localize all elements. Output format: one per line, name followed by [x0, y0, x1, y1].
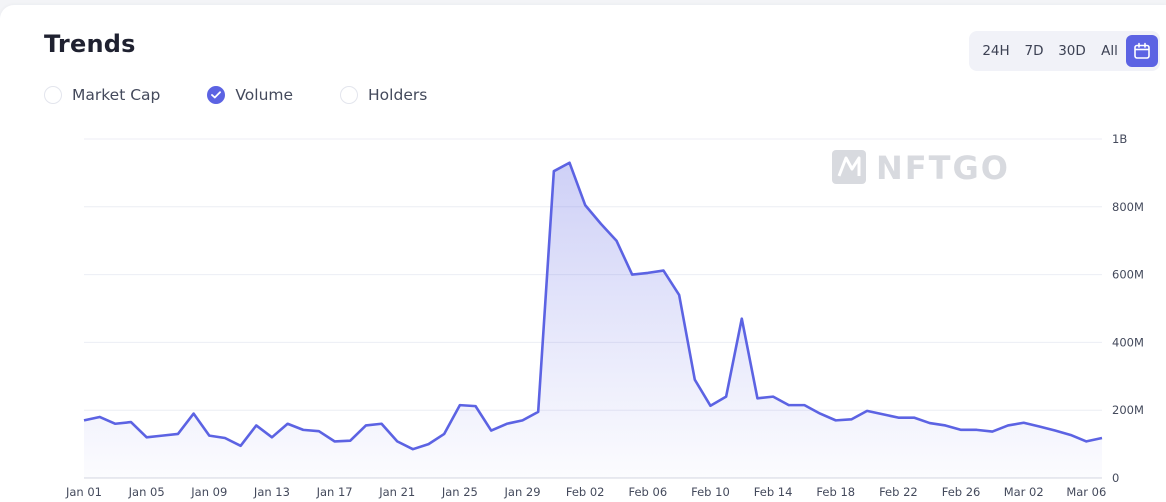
x-tick-label: Jan 29 — [504, 485, 541, 499]
data-point[interactable] — [363, 422, 369, 428]
x-tick-label: Mar 02 — [1004, 485, 1044, 499]
data-point[interactable] — [629, 272, 635, 278]
data-point[interactable] — [1005, 422, 1011, 428]
data-point[interactable] — [191, 411, 197, 417]
x-tick-label: Feb 10 — [691, 485, 730, 499]
data-point[interactable] — [535, 409, 541, 415]
x-tick-label: Feb 02 — [566, 485, 605, 499]
y-axis-labels: 0 200M 400M 600M 800M 1B — [1112, 132, 1144, 485]
x-tick-label: Jan 01 — [65, 485, 102, 499]
data-point[interactable] — [739, 316, 745, 322]
data-point[interactable] — [958, 427, 964, 433]
data-point[interactable] — [786, 402, 792, 408]
data-point[interactable] — [488, 428, 494, 434]
data-point[interactable] — [159, 433, 165, 439]
data-point[interactable] — [112, 421, 118, 427]
x-tick-label: Feb 06 — [628, 485, 667, 499]
x-tick-label: Jan 09 — [190, 485, 227, 499]
data-point[interactable] — [989, 429, 995, 435]
data-point[interactable] — [269, 434, 275, 440]
y-tick-label: 600M — [1112, 268, 1144, 282]
x-tick-label: Feb 22 — [879, 485, 918, 499]
x-tick-label: Jan 13 — [253, 485, 290, 499]
x-tick-label: Jan 21 — [378, 485, 415, 499]
data-point[interactable] — [347, 438, 353, 444]
data-point[interactable] — [551, 168, 557, 174]
data-point[interactable] — [128, 419, 134, 425]
data-point[interactable] — [175, 431, 181, 437]
data-point[interactable] — [473, 403, 479, 409]
data-point[interactable] — [911, 415, 917, 421]
data-point[interactable] — [942, 422, 948, 428]
data-point[interactable] — [379, 421, 385, 427]
data-point[interactable] — [332, 438, 338, 444]
data-point[interactable] — [848, 416, 854, 422]
data-point[interactable] — [426, 441, 432, 447]
data-point[interactable] — [316, 428, 322, 434]
data-point[interactable] — [520, 417, 526, 423]
x-tick-label: Feb 18 — [816, 485, 855, 499]
data-point[interactable] — [817, 411, 823, 417]
nftgo-logo-icon — [832, 150, 866, 184]
data-point[interactable] — [1052, 428, 1058, 434]
data-point[interactable] — [253, 422, 259, 428]
data-point[interactable] — [1068, 432, 1074, 438]
data-point[interactable] — [144, 434, 150, 440]
data-point[interactable] — [285, 421, 291, 427]
x-tick-label: Jan 25 — [441, 485, 478, 499]
volume-area — [84, 162, 1102, 479]
data-point[interactable] — [770, 394, 776, 400]
y-tick-label: 400M — [1112, 335, 1144, 349]
x-tick-label: Jan 05 — [128, 485, 165, 499]
nftgo-watermark: NFTGO — [832, 149, 1010, 187]
y-tick-label: 1B — [1112, 132, 1127, 146]
data-point[interactable] — [97, 414, 103, 420]
data-point[interactable] — [895, 415, 901, 421]
data-point[interactable] — [206, 433, 212, 439]
data-point[interactable] — [410, 446, 416, 452]
data-point[interactable] — [974, 427, 980, 433]
y-tick-label: 0 — [1112, 471, 1119, 485]
data-point[interactable] — [441, 431, 447, 437]
data-point[interactable] — [582, 202, 588, 208]
data-point[interactable] — [238, 443, 244, 449]
x-tick-label: Mar 06 — [1066, 485, 1106, 499]
data-point[interactable] — [754, 395, 760, 401]
data-point[interactable] — [801, 402, 807, 408]
data-point[interactable] — [222, 435, 228, 441]
data-point[interactable] — [880, 411, 886, 417]
data-point[interactable] — [457, 402, 463, 408]
data-point[interactable] — [598, 221, 604, 227]
x-tick-label: Feb 14 — [754, 485, 793, 499]
data-point[interactable] — [1083, 438, 1089, 444]
data-point[interactable] — [864, 408, 870, 414]
data-point[interactable] — [1099, 435, 1105, 441]
data-point[interactable] — [300, 427, 306, 433]
data-point[interactable] — [723, 394, 729, 400]
watermark-text: NFTGO — [876, 149, 1010, 187]
y-tick-label: 800M — [1112, 200, 1144, 214]
data-point[interactable] — [707, 403, 713, 409]
data-point[interactable] — [567, 160, 573, 166]
volume-chart: NFTGO 0200M400M600M800M1B Jan 01 Jan 05 Ja… — [65, 132, 1144, 499]
data-point[interactable] — [645, 270, 651, 276]
x-axis-labels: Jan 01 Jan 05 Jan 09 Jan 13 Jan 17 Jan 21 Jan … — [65, 485, 1106, 499]
data-point[interactable] — [81, 417, 87, 423]
data-point[interactable] — [504, 421, 510, 427]
data-point[interactable] — [833, 417, 839, 423]
data-point[interactable] — [613, 238, 619, 244]
data-point[interactable] — [927, 420, 933, 426]
data-point[interactable] — [692, 377, 698, 383]
x-tick-label: Feb 26 — [942, 485, 981, 499]
x-tick-label: Jan 17 — [316, 485, 353, 499]
data-point[interactable] — [660, 268, 666, 274]
data-point[interactable] — [1036, 423, 1042, 429]
data-point[interactable] — [676, 292, 682, 298]
data-point[interactable] — [1021, 420, 1027, 426]
data-point[interactable] — [394, 438, 400, 444]
y-tick-label: 200M — [1112, 403, 1144, 417]
